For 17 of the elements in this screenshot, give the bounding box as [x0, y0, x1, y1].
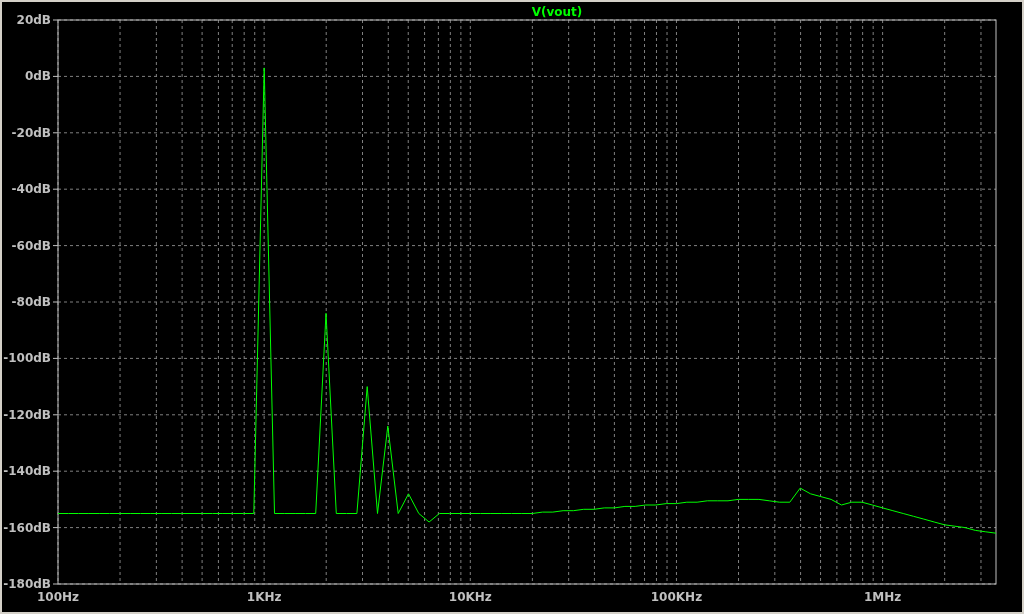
x-tick-label: 100KHz: [650, 590, 703, 604]
y-tick-label: -120dB: [3, 407, 51, 422]
x-tick-label: 1KHz: [246, 590, 282, 604]
y-tick-label: -140dB: [3, 464, 51, 479]
y-tick-label: -100dB: [3, 351, 51, 366]
y-tick-label: -60dB: [11, 238, 51, 253]
x-tick-label: 10KHz: [448, 590, 492, 604]
x-tick-label: 1MHz: [863, 590, 902, 604]
y-tick-label: -80dB: [11, 295, 51, 309]
x-tick-label: 100Hz: [36, 590, 80, 604]
trace-label[interactable]: V(vout): [531, 5, 583, 19]
y-tick-label: -40dB: [11, 182, 51, 197]
y-tick-label: 20dB: [16, 13, 51, 27]
y-tick-label: -180dB: [3, 577, 51, 591]
y-tick-label: -20dB: [11, 125, 51, 140]
y-tick-label: 0dB: [24, 69, 51, 84]
y-tick-label: -160dB: [3, 520, 51, 535]
